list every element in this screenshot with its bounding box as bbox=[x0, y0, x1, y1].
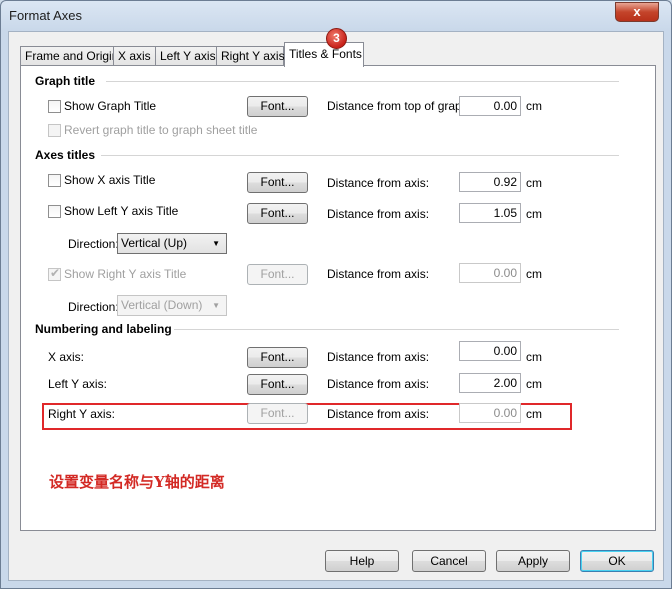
graph-title-distance-field[interactable]: 0.00 bbox=[459, 96, 521, 116]
numbering-labeling-heading: Numbering and labeling bbox=[35, 322, 172, 336]
right-y-axis-numbering-label: Right Y axis: bbox=[48, 407, 115, 421]
divider bbox=[101, 155, 619, 156]
left-y-axis-numbering-distance-label: Distance from axis: bbox=[327, 377, 430, 391]
unit-label: cm bbox=[526, 207, 542, 221]
x-axis-numbering-label: X axis: bbox=[48, 350, 85, 364]
tab-frame-and-origin[interactable]: Frame and Origin bbox=[20, 46, 118, 66]
show-left-y-axis-title-checkbox[interactable] bbox=[48, 205, 61, 218]
right-direction-select[interactable]: Vertical (Down) ▼ bbox=[117, 295, 227, 316]
chevron-down-icon: ▼ bbox=[212, 301, 220, 310]
format-axes-dialog: Format Axes x Frame and Origin X axis Le… bbox=[0, 0, 672, 589]
right-y-axis-title-font-button[interactable]: Font... bbox=[247, 264, 308, 285]
tab-right-y-axis[interactable]: Right Y axis bbox=[216, 46, 285, 66]
apply-button[interactable]: Apply bbox=[496, 550, 570, 572]
x-axis-numbering-font-button[interactable]: Font... bbox=[247, 347, 308, 368]
checkmark-icon: ✔ bbox=[50, 266, 61, 280]
graph-title-heading: Graph title bbox=[35, 74, 96, 88]
right-direction-label: Direction: bbox=[68, 300, 119, 314]
ok-button[interactable]: OK bbox=[580, 550, 654, 572]
x-axis-title-distance-label: Distance from axis: bbox=[327, 176, 430, 190]
title-bar: Format Axes x bbox=[1, 1, 671, 31]
left-direction-label: Direction: bbox=[68, 237, 119, 251]
divider bbox=[174, 329, 619, 330]
left-y-axis-title-distance-field[interactable]: 1.05 bbox=[459, 203, 521, 223]
show-left-y-axis-title-label: Show Left Y axis Title bbox=[64, 204, 179, 218]
unit-label: cm bbox=[526, 99, 542, 113]
right-y-axis-title-distance-label: Distance from axis: bbox=[327, 267, 430, 281]
unit-label: cm bbox=[526, 350, 542, 364]
unit-label: cm bbox=[526, 176, 542, 190]
window-title: Format Axes bbox=[9, 8, 82, 23]
left-y-axis-numbering-label: Left Y axis: bbox=[48, 377, 107, 391]
cancel-button[interactable]: Cancel bbox=[412, 550, 486, 572]
x-axis-numbering-distance-label: Distance from axis: bbox=[327, 350, 430, 364]
right-y-axis-numbering-font-button[interactable]: Font... bbox=[247, 403, 308, 424]
show-x-axis-title-label: Show X axis Title bbox=[64, 173, 156, 187]
show-graph-title-checkbox[interactable] bbox=[48, 100, 61, 113]
left-direction-value: Vertical (Up) bbox=[121, 236, 188, 250]
x-axis-numbering-distance-field[interactable]: 0.00 bbox=[459, 341, 521, 361]
show-right-y-axis-title-label: Show Right Y axis Title bbox=[64, 267, 187, 281]
unit-label: cm bbox=[526, 407, 542, 421]
revert-graph-title-checkbox[interactable] bbox=[48, 124, 61, 137]
x-axis-title-distance-field[interactable]: 0.92 bbox=[459, 172, 521, 192]
tab-left-y-axis[interactable]: Left Y axis bbox=[155, 46, 217, 66]
step-number-badge: 3 bbox=[326, 28, 347, 49]
left-y-axis-numbering-distance-field[interactable]: 2.00 bbox=[459, 373, 521, 393]
left-y-axis-title-distance-label: Distance from axis: bbox=[327, 207, 430, 221]
tab-x-axis[interactable]: X axis bbox=[113, 46, 156, 66]
axes-titles-heading: Axes titles bbox=[35, 148, 96, 162]
titles-fonts-panel: Graph title Show Graph Title Font... Dis… bbox=[20, 65, 656, 531]
unit-label: cm bbox=[526, 267, 542, 281]
show-graph-title-label: Show Graph Title bbox=[64, 99, 157, 113]
close-button[interactable]: x bbox=[615, 2, 659, 22]
right-y-axis-numbering-distance-label: Distance from axis: bbox=[327, 407, 430, 421]
chinese-annotation: 设置变量名称与Y轴的距离 bbox=[49, 473, 225, 491]
show-x-axis-title-checkbox[interactable] bbox=[48, 174, 61, 187]
tab-titles-fonts[interactable]: Titles & Fonts bbox=[284, 42, 364, 67]
show-right-y-axis-title-checkbox[interactable]: ✔ bbox=[48, 266, 61, 281]
left-direction-select[interactable]: Vertical (Up) ▼ bbox=[117, 233, 227, 254]
chevron-down-icon: ▼ bbox=[212, 239, 220, 248]
right-direction-value: Vertical (Down) bbox=[121, 298, 203, 312]
graph-title-distance-label: Distance from top of graph: bbox=[327, 99, 472, 113]
right-y-axis-title-distance-field[interactable]: 0.00 bbox=[459, 263, 521, 283]
divider bbox=[106, 81, 619, 82]
revert-graph-title-label: Revert graph title to graph sheet title bbox=[64, 123, 258, 137]
right-y-axis-numbering-distance-field[interactable]: 0.00 bbox=[459, 403, 521, 423]
left-y-axis-title-font-button[interactable]: Font... bbox=[247, 203, 308, 224]
graph-title-font-button[interactable]: Font... bbox=[247, 96, 308, 117]
dialog-body: Frame and Origin X axis Left Y axis Righ… bbox=[8, 28, 664, 581]
unit-label: cm bbox=[526, 377, 542, 391]
x-axis-title-font-button[interactable]: Font... bbox=[247, 172, 308, 193]
left-y-axis-numbering-font-button[interactable]: Font... bbox=[247, 374, 308, 395]
help-button[interactable]: Help bbox=[325, 550, 399, 572]
